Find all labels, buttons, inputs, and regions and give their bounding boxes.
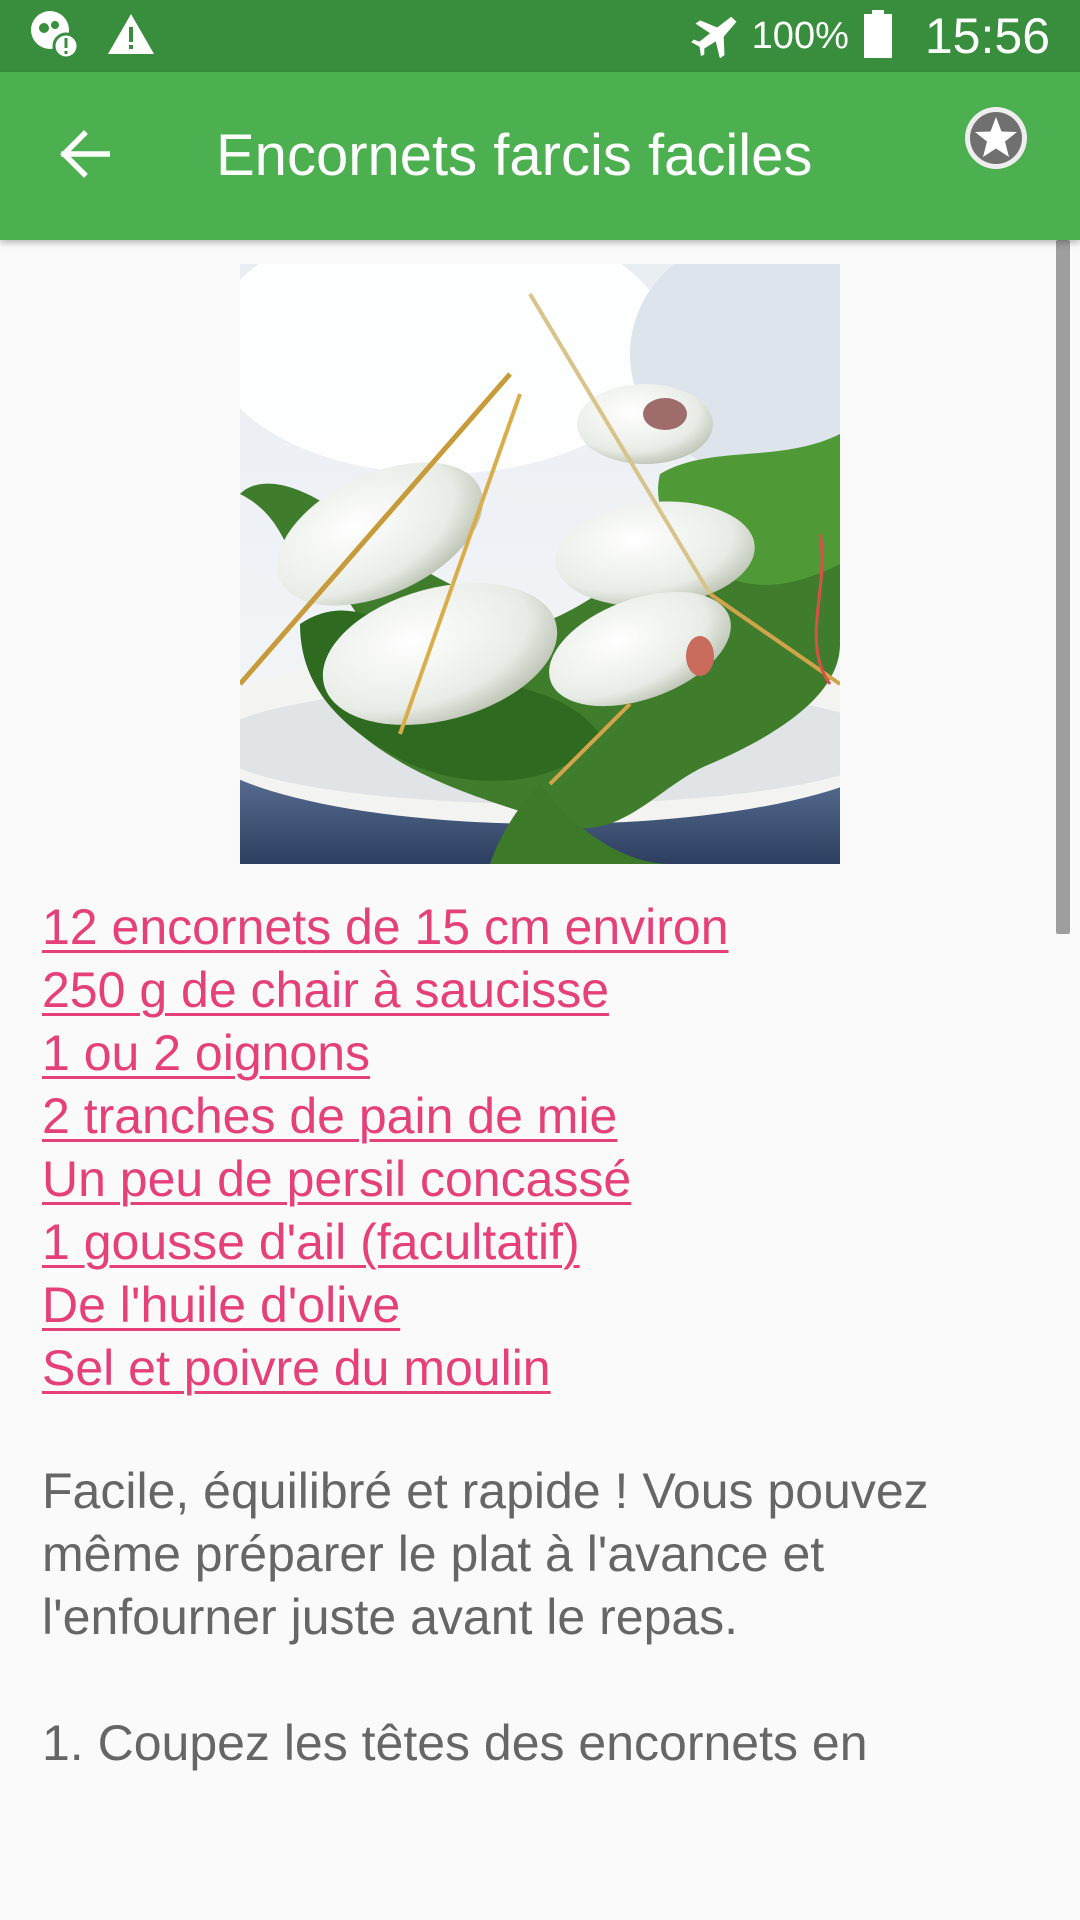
- warning-icon: [106, 12, 156, 61]
- favorite-button[interactable]: [962, 104, 1030, 172]
- ingredient-item[interactable]: 1 gousse d'ail (facultatif): [42, 1211, 729, 1274]
- battery-icon: [863, 9, 893, 64]
- recipe-content[interactable]: 12 encornets de 15 cm environ 250 g de c…: [0, 240, 1080, 1920]
- scrollbar[interactable]: [1056, 240, 1070, 934]
- arrow-back-icon: [58, 128, 111, 185]
- back-button[interactable]: [46, 118, 122, 194]
- app-bar: Encornets farcis faciles: [0, 72, 1080, 240]
- recipe-description: Facile, équilibré et rapide ! Vous pouve…: [42, 1463, 929, 1645]
- ingredient-item[interactable]: 250 g de chair à saucisse: [42, 959, 729, 1022]
- star-icon: [962, 107, 1030, 176]
- data-saver-warning-icon: [28, 8, 80, 65]
- status-right-icons: 100% 15:56: [690, 6, 1050, 66]
- ingredient-item[interactable]: Sel et poivre du moulin: [42, 1337, 729, 1400]
- ingredient-list: 12 encornets de 15 cm environ 250 g de c…: [42, 896, 729, 1400]
- ingredient-item[interactable]: 1 ou 2 oignons: [42, 1022, 729, 1085]
- ingredient-item[interactable]: 2 tranches de pain de mie: [42, 1085, 729, 1148]
- ingredient-item[interactable]: Un peu de persil concassé: [42, 1148, 729, 1211]
- battery-percentage: 100%: [751, 14, 849, 57]
- ingredient-item[interactable]: 12 encornets de 15 cm environ: [42, 896, 729, 959]
- stuffed-squid-dish-image: [190, 240, 910, 864]
- status-left-icons: [28, 10, 156, 62]
- airplane-mode-icon: [690, 10, 738, 63]
- status-bar: 100% 15:56: [0, 0, 1080, 72]
- ingredient-item[interactable]: De l'huile d'olive: [42, 1274, 729, 1337]
- status-time: 15:56: [924, 8, 1050, 64]
- page-title: Encornets farcis faciles: [216, 123, 813, 188]
- recipe-step: 1. Coupez les têtes des encornets en: [42, 1715, 868, 1771]
